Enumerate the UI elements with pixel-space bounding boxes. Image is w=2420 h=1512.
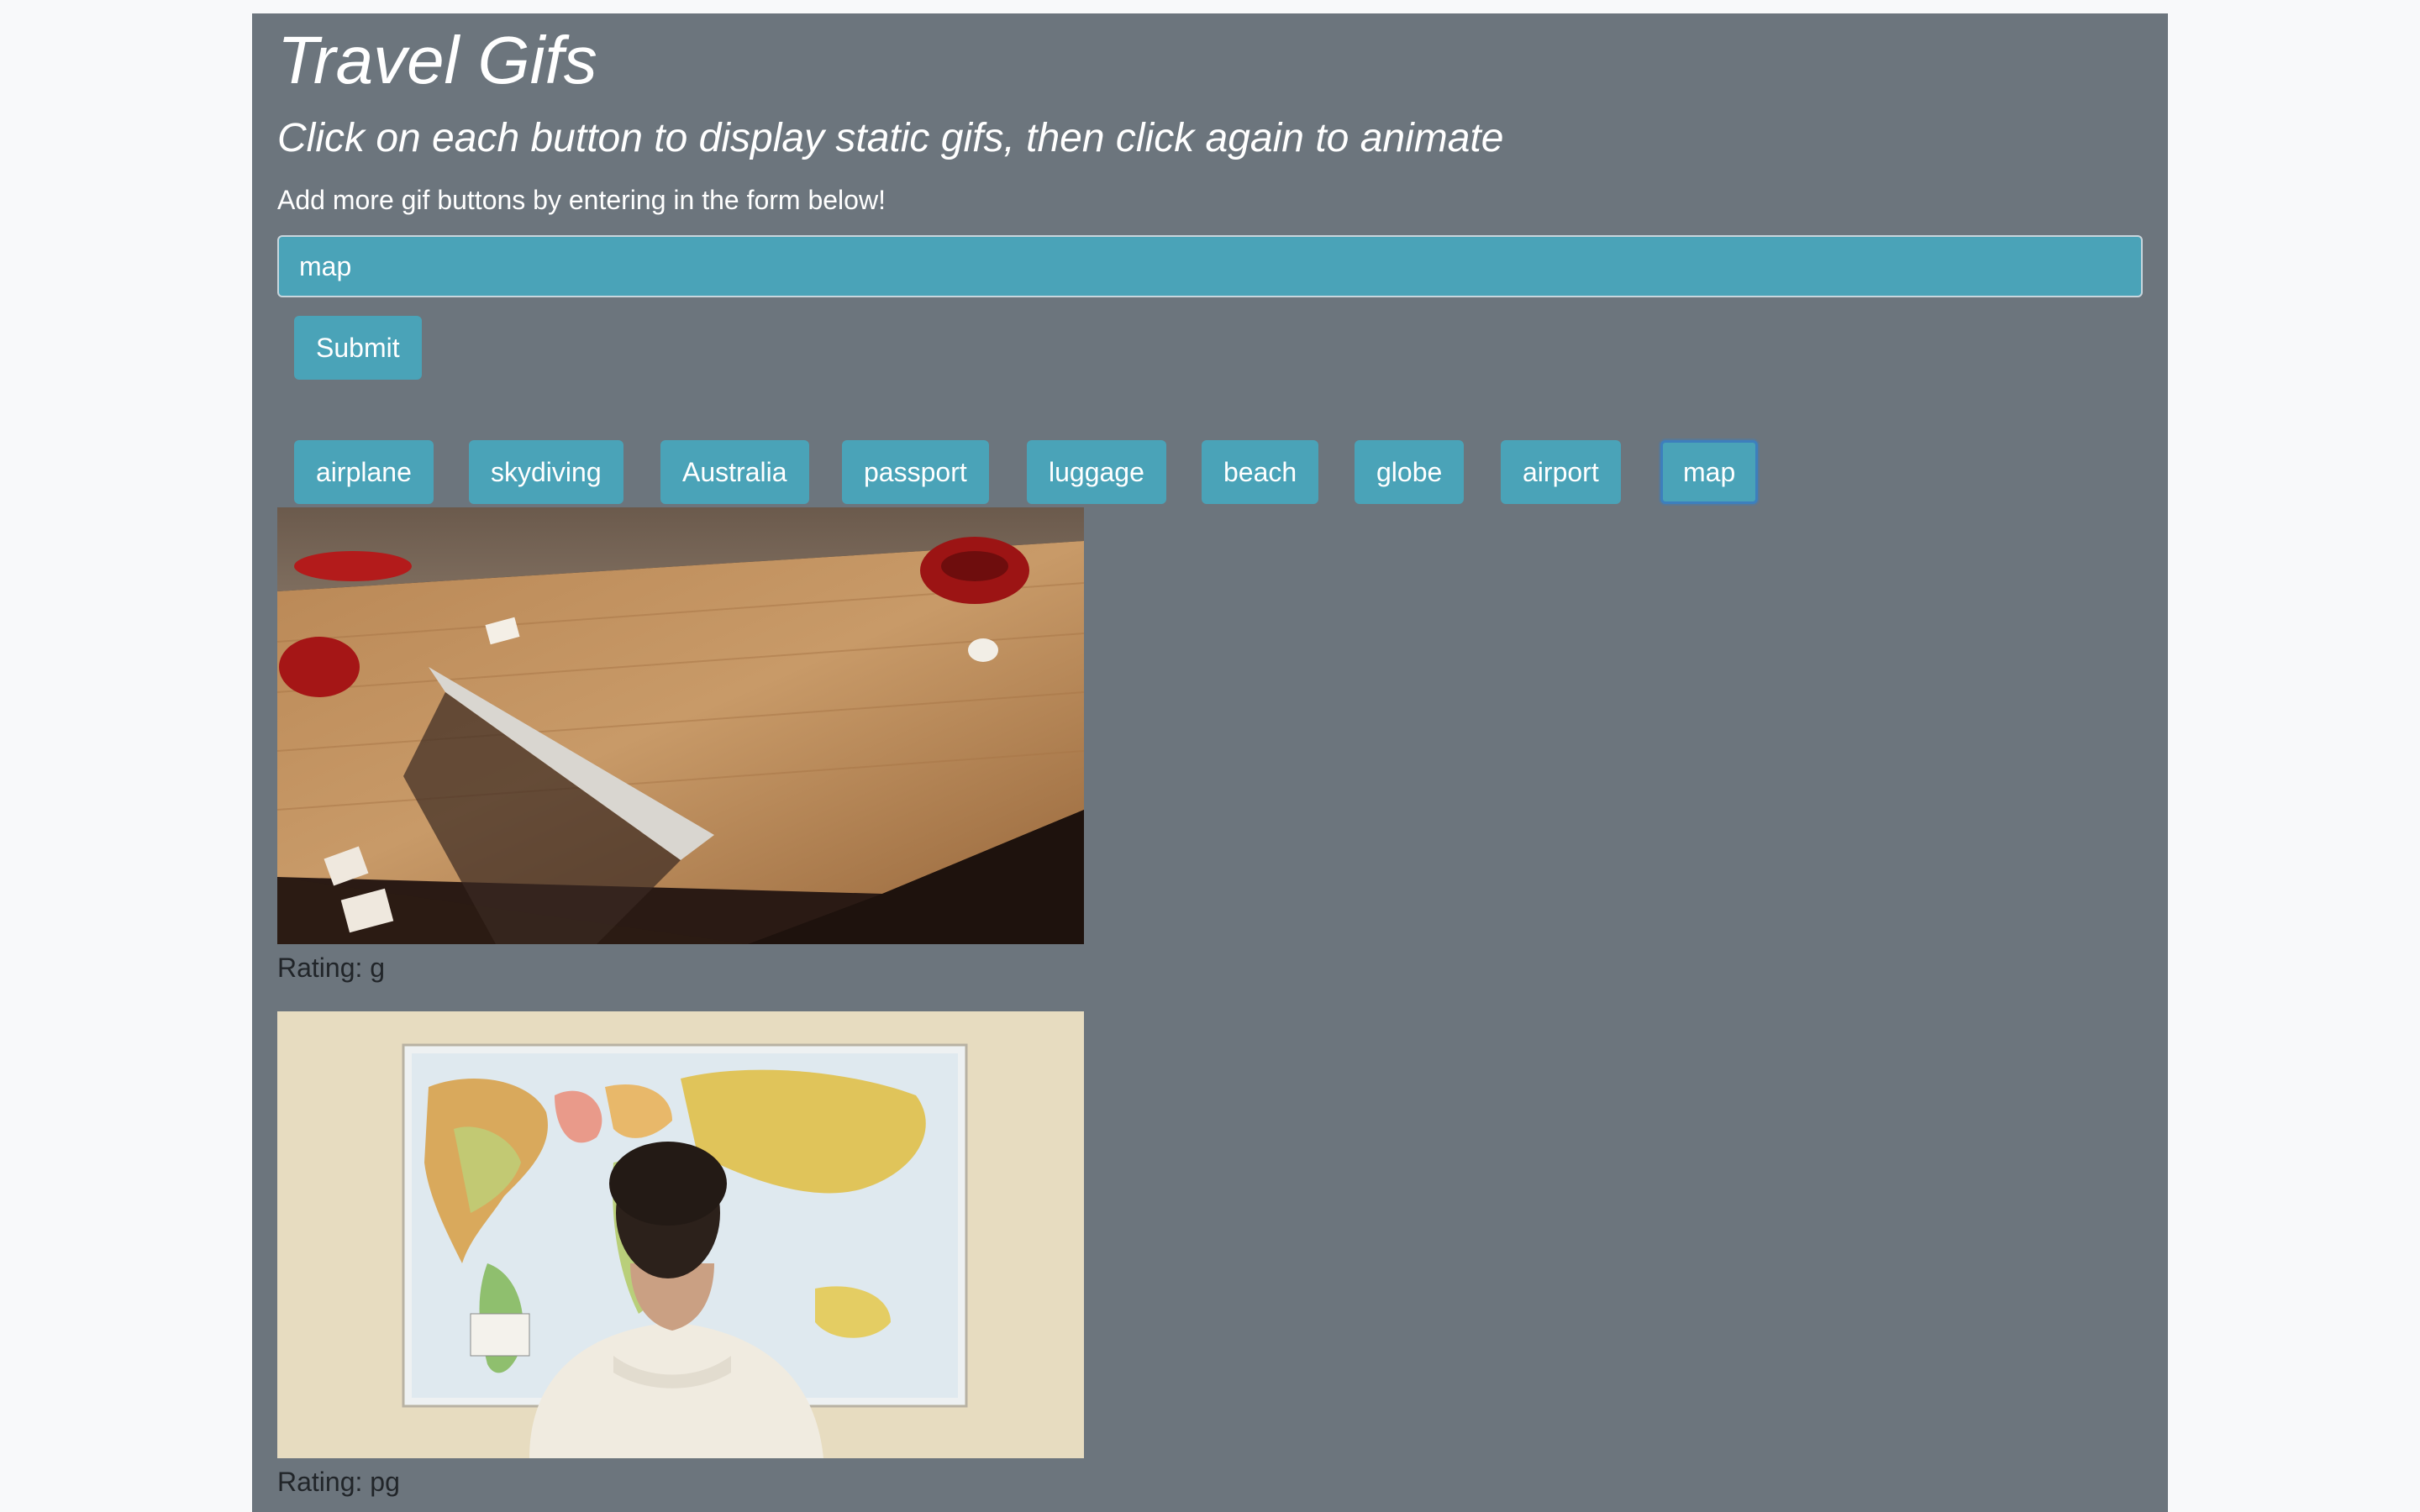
gif-result-1: Rating: g: [277, 507, 1084, 984]
gif-topic-input[interactable]: [277, 235, 2143, 297]
submit-button[interactable]: Submit: [294, 316, 422, 380]
page-title: Travel Gifs: [277, 23, 597, 97]
gif-rating-1: Rating: g: [277, 953, 386, 983]
topic-button-beach[interactable]: beach: [1202, 440, 1319, 504]
topic-button-globe[interactable]: globe: [1355, 440, 1465, 504]
topic-button-passport[interactable]: passport: [842, 440, 989, 504]
gif-image-world-map: [277, 1011, 1084, 1458]
topic-button-airport[interactable]: airport: [1501, 440, 1621, 504]
gif-rating-2: Rating: pg: [277, 1467, 400, 1497]
form-instructions: Add more gif buttons by entering in the …: [277, 185, 886, 215]
page-subtitle: Click on each button to display static g…: [277, 116, 1504, 160]
topic-button-map[interactable]: map: [1660, 440, 1759, 504]
gif-image-toy-airplane: [277, 507, 1084, 944]
gif-image-2[interactable]: [277, 1011, 1084, 1458]
gif-image-1[interactable]: [277, 507, 1084, 944]
topic-button-luggage[interactable]: luggage: [1027, 440, 1166, 504]
topic-button-airplane[interactable]: airplane: [294, 440, 434, 504]
main-container: Travel Gifs Click on each button to disp…: [252, 13, 2168, 1512]
gif-result-2: Rating: pg: [277, 1011, 1084, 1498]
topic-button-australia[interactable]: Australia: [660, 440, 809, 504]
topic-button-skydiving[interactable]: skydiving: [469, 440, 623, 504]
